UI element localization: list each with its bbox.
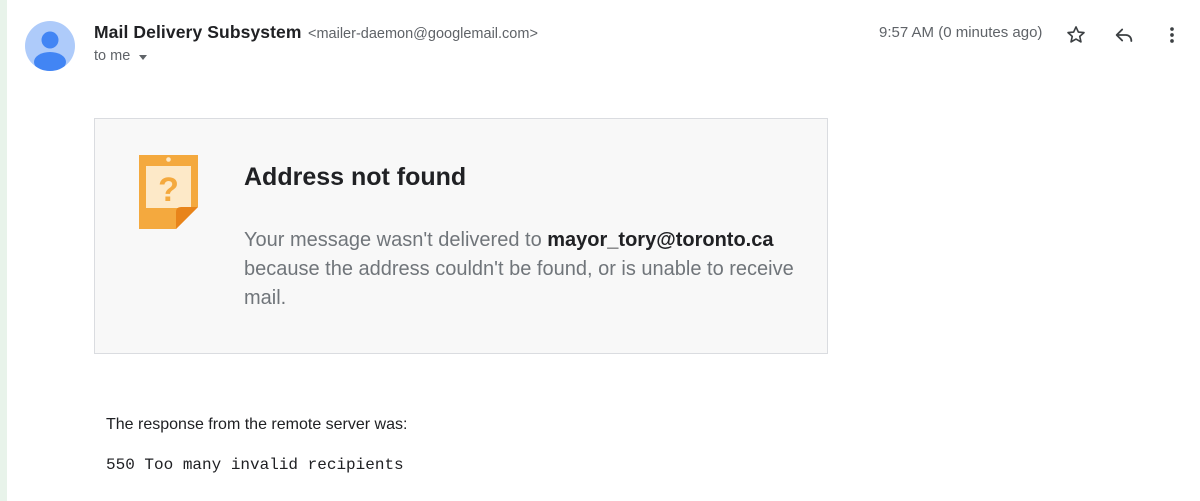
notice-title: Address not found [244,163,467,191]
sender-name[interactable]: Mail Delivery Subsystem [94,22,302,42]
sender-line: Mail Delivery Subsystem <mailer-daemon@g… [94,22,538,43]
more-options-button[interactable] [1157,20,1187,50]
sender-avatar[interactable] [25,21,75,71]
server-response-code: 550 Too many invalid recipients [106,456,404,474]
svg-text:?: ? [158,171,179,209]
reply-button[interactable] [1109,20,1139,50]
notice-body-suffix: because the address couldn't be found, o… [244,258,794,309]
notice-body-prefix: Your message wasn't delivered to [244,229,548,251]
delivery-failure-card: ? Address not found Your message wasn't … [94,118,828,354]
recipient-details-toggle[interactable]: to me [94,48,148,64]
server-response-label: The response from the remote server was: [106,416,408,433]
reply-arrow-icon [1115,28,1133,42]
notice-body: Your message wasn't delivered to mayor_t… [244,226,804,313]
recipient-label: to me [94,48,131,64]
person-avatar-icon [34,31,66,71]
question-note-icon: ? [139,155,199,236]
more-vertical-icon [1170,27,1174,43]
failed-recipient: mayor_tory@toronto.ca [547,229,774,251]
left-accent-strip [0,0,7,501]
chevron-down-icon[interactable] [139,54,148,60]
timestamp: 9:57 AM (0 minutes ago) [879,24,1043,41]
email-view: Mail Delivery Subsystem <mailer-daemon@g… [0,0,1200,501]
sender-email: <mailer-daemon@googlemail.com> [308,26,538,42]
star-button[interactable] [1061,20,1091,50]
star-outline-icon [1067,26,1085,43]
